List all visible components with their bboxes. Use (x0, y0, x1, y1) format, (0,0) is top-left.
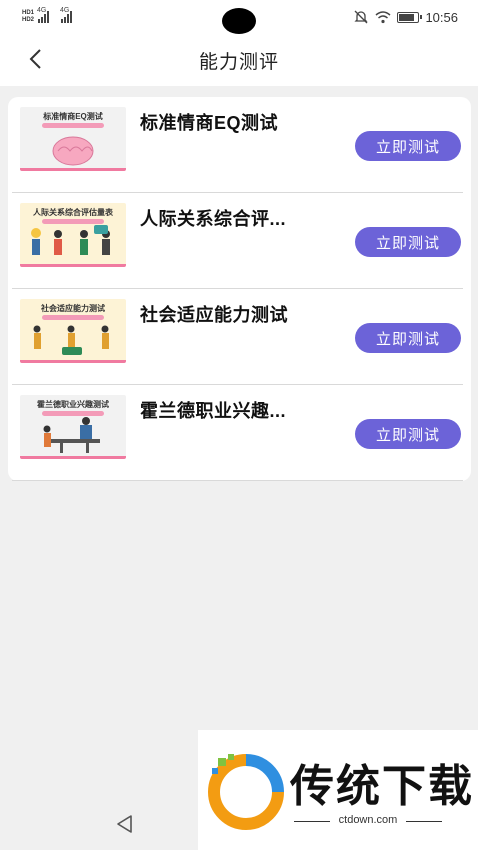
nav-back-icon[interactable] (114, 813, 136, 835)
mute-icon (354, 10, 369, 24)
chevron-left-icon (29, 49, 41, 69)
net2-label: HD2 (22, 17, 35, 23)
test-title: 社会适应能力测试 (140, 305, 288, 325)
list-item[interactable]: 标准情商EQ测试 标准情商EQ测试 立即测试 (12, 97, 463, 193)
status-left: HD1 HD2 4G 4G (22, 7, 73, 24)
test-thumbnail: 标准情商EQ测试 (20, 107, 126, 171)
test-thumbnail: 社会适应能力测试 (20, 299, 126, 363)
start-test-button[interactable]: 立即测试 (355, 131, 461, 161)
start-test-button[interactable]: 立即测试 (355, 323, 461, 353)
sig1-label: 4G (37, 7, 47, 14)
start-test-button[interactable]: 立即测试 (355, 419, 461, 449)
status-right: 10:56 (353, 9, 458, 25)
network-labels: HD1 HD2 (22, 10, 34, 24)
page-title: 能力测评 (198, 51, 279, 73)
test-list: 标准情商EQ测试 标准情商EQ测试 立即测试 人际关系综合评估量表 人际关系综合… (8, 97, 471, 481)
office-illustration-icon (43, 417, 100, 453)
watermark-url: ctdown.com (294, 814, 442, 826)
list-item[interactable]: 人际关系综合评估量表 人际关系综合评... 立即测试 (12, 193, 463, 289)
test-thumbnail: 人际关系综合评估量表 (20, 203, 126, 267)
net1-label: HD1 (22, 10, 35, 16)
people-illustration-icon (31, 225, 110, 255)
sig2-label: 4G (60, 7, 70, 14)
test-title: 人际关系综合评... (140, 209, 287, 229)
signal-icon: 4G (37, 7, 50, 23)
signal-icon: 4G (60, 7, 73, 23)
ctdown-logo-icon (208, 754, 284, 830)
test-title: 标准情商EQ测试 (140, 113, 279, 133)
watermark-name: 传统下载 (290, 761, 474, 812)
watermark: 传统下载 ctdown.com (198, 730, 478, 850)
battery-icon (397, 11, 423, 23)
brain-icon (52, 136, 94, 166)
wifi-icon (375, 11, 391, 24)
test-title: 霍兰德职业兴趣... (140, 401, 287, 421)
start-test-button[interactable]: 立即测试 (355, 227, 461, 257)
camera-cutout (222, 8, 256, 34)
status-time: 10:56 (425, 9, 458, 25)
test-thumbnail: 霍兰德职业兴趣测试 (20, 395, 126, 459)
app-header: 能力测评 (0, 34, 478, 86)
list-item[interactable]: 社会适应能力测试 社会适应能力测试 立即测试 (12, 289, 463, 385)
people-illustration-icon (33, 325, 109, 355)
list-item[interactable]: 霍兰德职业兴趣测试 霍兰德职业兴趣... 立即测试 (12, 385, 463, 481)
back-button[interactable] (22, 46, 48, 72)
